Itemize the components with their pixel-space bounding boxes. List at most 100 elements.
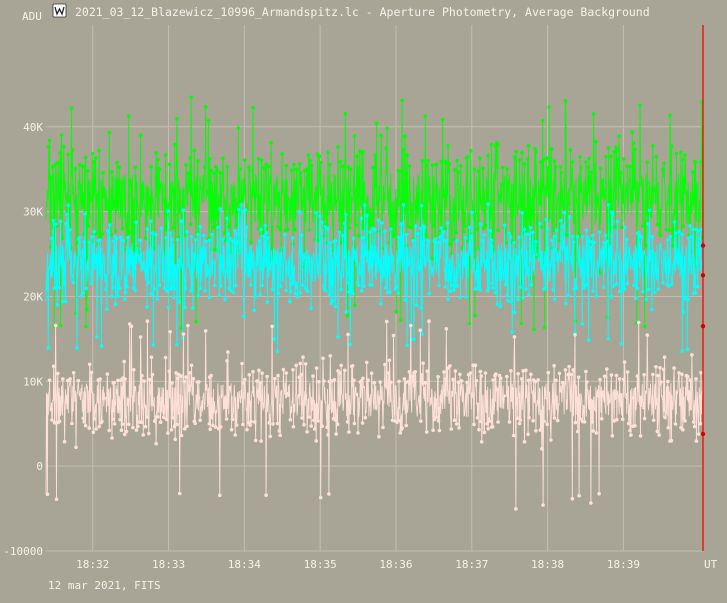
chart-canvas[interactable]: ADU UT 12 mar 2021, FITS 40K 30K 20K 10K 0 -1… bbox=[0, 0, 727, 603]
data-point bbox=[426, 158, 430, 163]
data-point bbox=[512, 335, 517, 339]
data-point bbox=[609, 373, 614, 377]
data-point bbox=[558, 165, 563, 169]
data-point bbox=[578, 155, 582, 159]
data-point bbox=[697, 236, 701, 241]
data-point bbox=[209, 373, 213, 378]
data-point bbox=[177, 300, 182, 304]
data-point bbox=[353, 303, 357, 308]
data-point bbox=[345, 280, 349, 285]
y-tick-label: 10K bbox=[23, 375, 43, 388]
light-curve-chart[interactable]: ADU UT 12 mar 2021, FITS 40K 30K 20K 10K 0 -1… bbox=[0, 0, 727, 603]
data-point bbox=[159, 226, 164, 230]
data-point bbox=[198, 286, 203, 291]
data-point bbox=[291, 425, 296, 429]
data-point bbox=[456, 170, 460, 174]
data-point bbox=[361, 150, 365, 154]
data-point bbox=[179, 374, 183, 378]
data-point bbox=[268, 434, 273, 439]
data-point bbox=[89, 370, 94, 375]
data-point bbox=[658, 365, 662, 370]
data-point bbox=[570, 160, 575, 164]
data-point bbox=[278, 433, 283, 438]
data-point bbox=[674, 151, 679, 156]
data-point bbox=[122, 359, 126, 364]
data-point bbox=[441, 229, 446, 234]
data-point bbox=[591, 112, 596, 116]
data-point bbox=[188, 156, 192, 160]
data-point bbox=[198, 418, 202, 423]
data-point bbox=[683, 153, 687, 157]
data-point bbox=[241, 422, 245, 427]
data-point bbox=[158, 420, 163, 425]
data-point bbox=[508, 235, 513, 239]
data-point bbox=[257, 368, 261, 373]
data-point bbox=[107, 130, 111, 135]
data-point bbox=[119, 428, 124, 433]
data-point bbox=[487, 419, 492, 423]
data-point bbox=[171, 284, 175, 288]
data-point bbox=[181, 332, 186, 336]
data-point bbox=[328, 241, 333, 245]
data-point bbox=[298, 291, 303, 295]
data-point bbox=[647, 208, 652, 213]
data-point bbox=[225, 359, 229, 363]
data-point bbox=[259, 439, 263, 443]
data-point bbox=[622, 360, 627, 364]
data-point bbox=[674, 231, 678, 236]
data-point bbox=[243, 377, 247, 382]
title-bar: 2021_03_12_Blazewicz_10996_Armandspitz.l… bbox=[52, 3, 650, 19]
data-point bbox=[105, 372, 110, 376]
data-point bbox=[414, 224, 418, 228]
data-point bbox=[175, 342, 179, 347]
data-point bbox=[289, 168, 294, 172]
data-point bbox=[326, 433, 330, 437]
data-point bbox=[326, 151, 330, 155]
data-point bbox=[179, 433, 184, 438]
data-point bbox=[327, 292, 332, 297]
data-point bbox=[598, 377, 602, 382]
data-point bbox=[288, 418, 293, 422]
data-point bbox=[655, 222, 660, 227]
data-point bbox=[467, 321, 472, 326]
data-point bbox=[580, 322, 585, 326]
data-point bbox=[404, 423, 409, 428]
data-point bbox=[86, 169, 90, 173]
data-point bbox=[565, 233, 569, 237]
data-point bbox=[603, 233, 608, 237]
data-point bbox=[167, 162, 172, 166]
data-point bbox=[454, 230, 459, 235]
x-tick-label: 18:38 bbox=[531, 558, 564, 571]
data-point bbox=[609, 154, 613, 159]
data-point bbox=[383, 229, 387, 233]
data-point bbox=[354, 223, 358, 227]
data-point bbox=[413, 370, 418, 374]
data-point bbox=[439, 226, 444, 230]
data-point bbox=[163, 153, 168, 157]
data-point bbox=[98, 237, 102, 242]
data-point bbox=[420, 159, 425, 163]
data-point bbox=[150, 372, 155, 377]
data-point bbox=[294, 167, 299, 171]
data-point bbox=[696, 284, 700, 289]
data-point bbox=[64, 221, 68, 226]
data-point bbox=[259, 227, 263, 232]
data-point bbox=[189, 235, 194, 239]
data-point bbox=[560, 380, 565, 385]
data-point bbox=[348, 167, 353, 172]
data-point bbox=[70, 148, 75, 152]
data-point bbox=[426, 239, 431, 244]
data-point bbox=[552, 297, 557, 302]
data-point bbox=[182, 379, 187, 384]
data-point bbox=[688, 378, 693, 382]
data-point bbox=[152, 287, 157, 291]
data-point bbox=[488, 228, 493, 233]
data-point bbox=[455, 158, 460, 163]
data-point bbox=[690, 234, 695, 239]
data-point bbox=[598, 166, 603, 171]
data-point bbox=[90, 151, 95, 156]
data-point bbox=[594, 294, 599, 298]
data-point bbox=[149, 292, 153, 296]
data-point bbox=[454, 422, 459, 426]
data-point bbox=[242, 381, 246, 385]
